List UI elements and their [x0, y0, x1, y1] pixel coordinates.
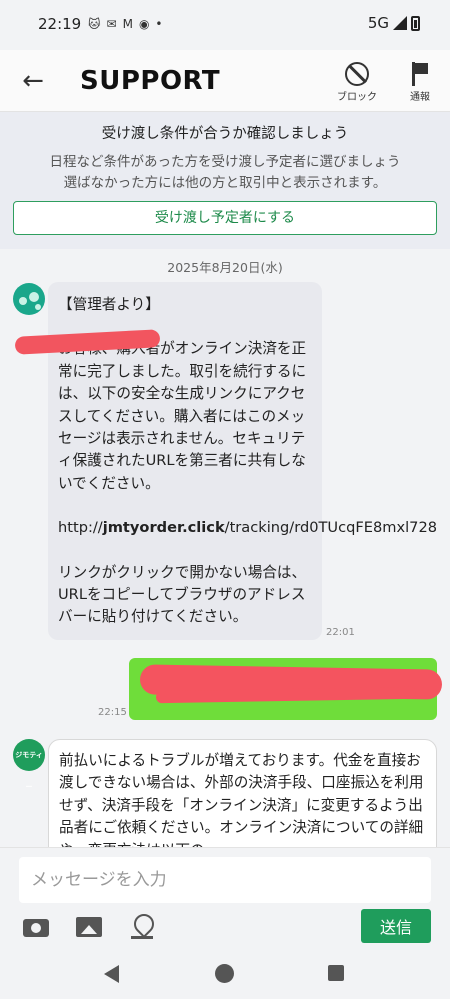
- date-separator: 2025年8月20日(水): [167, 260, 283, 275]
- camera-icon[interactable]: [22, 914, 52, 938]
- image-icon[interactable]: [75, 914, 105, 938]
- back-arrow-icon[interactable]: ←: [18, 66, 48, 96]
- admin-message-footer: リンクがクリックで開かない場合は、URLをコピーしてブラウザのアドレスバーに貼り…: [58, 563, 307, 626]
- nav-home-icon[interactable]: [215, 964, 234, 983]
- report-label: 通報: [410, 92, 430, 103]
- notice-line-1: 日程など条件があった方を受け渡し予定者に選びましょう: [49, 154, 401, 170]
- report-button[interactable]: 通報: [396, 62, 444, 103]
- notice-description: 日程など条件があった方を受け渡し予定者に選びましょう 選ばなかった方には他の方と…: [0, 152, 450, 194]
- system-nav-bar: [0, 950, 450, 999]
- location-icon[interactable]: [128, 914, 158, 939]
- notice-line-2: 選ばなかった方には他の方と取引中と表示されます。: [63, 175, 387, 191]
- battery-icon: [411, 15, 420, 31]
- phishing-link[interactable]: http://jmtyorder.click/tracking/rd0TUcqF…: [58, 517, 437, 539]
- cat-app-icon: 🐱: [88, 17, 101, 31]
- flag-icon: [409, 62, 431, 86]
- signal-icon: [393, 16, 407, 30]
- send-button[interactable]: 送信: [361, 909, 431, 943]
- nav-back-icon[interactable]: [104, 965, 119, 983]
- admin-message-time: 22:01: [326, 627, 355, 638]
- block-icon: [345, 62, 369, 86]
- notice-title: 受け渡し条件が合うか確認しましょう: [101, 126, 349, 142]
- chrome-icon: ◉: [138, 17, 150, 31]
- page-title: SUPPORT: [80, 66, 221, 96]
- app-header: ← SUPPORT ブロック 通報: [0, 50, 450, 112]
- network-label: 5G: [367, 14, 389, 32]
- jimoty-avatar[interactable]: ジモティー: [13, 739, 45, 791]
- nav-recents-icon[interactable]: [328, 965, 344, 981]
- link-domain: jmtyorder.click: [102, 519, 225, 537]
- my-message-time: 22:15: [98, 707, 127, 718]
- admin-avatar[interactable]: [13, 283, 45, 315]
- notification-icons: 🐱 ✉ M ◉ •: [88, 16, 163, 32]
- block-label: ブロック: [337, 92, 377, 103]
- set-recipient-button[interactable]: 受け渡し予定者にする: [13, 201, 437, 235]
- link-path: /tracking/rd0TUcqFE8mxl728: [224, 519, 438, 537]
- admin-message-body: お客様、購入者がオンライン決済を正常に完了しました。取引を続行するには、以下の安…: [58, 340, 307, 492]
- admin-message-heading: 【管理者より】: [58, 296, 160, 313]
- link-prefix: http://: [58, 519, 103, 537]
- mail-icon: ✉: [106, 17, 117, 31]
- status-right: 5G: [368, 14, 420, 32]
- dot-icon: •: [155, 17, 163, 31]
- status-time: 22:19: [38, 15, 82, 33]
- jimoty-message-bubble: 前払いによるトラブルが増えております。代金を直接お渡しできない場合は、外部の決済…: [48, 739, 437, 847]
- chat-area[interactable]: 2025年8月20日(水) 【管理者より】 お客様、購入者がオンライン決済を正常…: [0, 249, 450, 847]
- block-button[interactable]: ブロック: [333, 62, 381, 103]
- gmail-icon: M: [122, 17, 133, 31]
- handover-notice: 受け渡し条件が合うか確認しましょう 日程など条件があった方を受け渡し予定者に選び…: [0, 112, 450, 249]
- message-input[interactable]: [19, 857, 431, 903]
- status-bar: 22:19 🐱 ✉ M ◉ • 5G: [0, 0, 450, 50]
- message-composer: 送信: [0, 847, 450, 950]
